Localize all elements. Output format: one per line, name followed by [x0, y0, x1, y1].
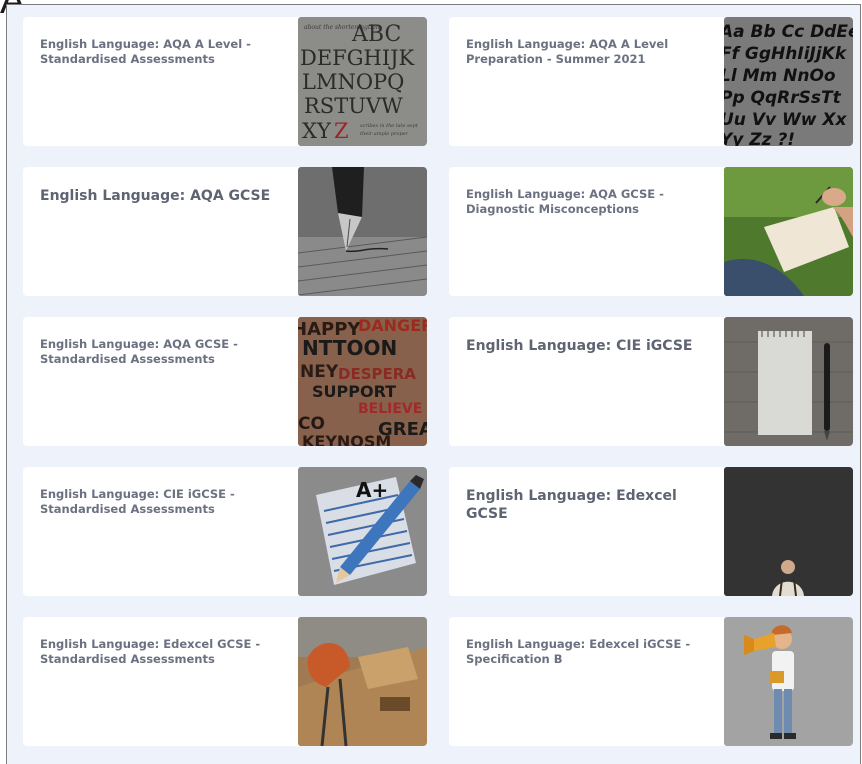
course-title: English Language: AQA GCSE [40, 188, 271, 204]
svg-text:A+: A+ [356, 478, 388, 502]
course-grid: English Language: AQA A Level - Standard… [6, 4, 861, 764]
desk-chair-image [298, 617, 427, 746]
course-title: English Language: Edexcel GCSE [466, 488, 677, 522]
course-title: English Language: Edexcel iGCSE - Specif… [466, 637, 691, 666]
course-card[interactable]: English Language: Edexcel iGCSE - Specif… [449, 617, 853, 746]
svg-text:DEFGHIJK: DEFGHIJK [300, 46, 415, 70]
course-card[interactable]: English Language: AQA GCSE [23, 167, 427, 296]
fountain-pen-image [298, 167, 427, 296]
course-title: English Language: CIE iGCSE - Standardis… [40, 487, 235, 516]
svg-text:DESPERA: DESPERA [338, 365, 416, 383]
svg-text:NEY: NEY [300, 362, 339, 382]
svg-text:CO: CO [298, 414, 325, 434]
megaphone-man-image [724, 617, 853, 746]
svg-text:Uu Vv Ww Xx: Uu Vv Ww Xx [724, 110, 847, 130]
course-title: English Language: CIE iGCSE [466, 338, 693, 354]
calligraphy-alphabet-image: about the shorteningtion ABC DEFGHIJK LM… [298, 17, 427, 146]
course-card[interactable]: English Language: CIE iGCSE - Standardis… [23, 467, 427, 596]
svg-text:RSTUVW: RSTUVW [304, 94, 403, 118]
notepad-pen-image [724, 317, 853, 446]
course-card[interactable]: English Language: Edexcel GCSE - Standar… [23, 617, 427, 746]
course-title: English Language: AQA A Level - Standard… [40, 37, 251, 66]
handwritten-alphabet-image: Aa Bb Cc DdEe Ff GgHhIiJjKk Ll Mm NnOo P… [724, 17, 853, 146]
course-card[interactable]: English Language: CIE iGCSE [449, 317, 853, 446]
svg-text:XY: XY [302, 119, 332, 143]
svg-text:ABC: ABC [351, 22, 401, 47]
svg-text:Pp QqRrSsTt: Pp QqRrSsTt [724, 88, 842, 108]
svg-text:Z: Z [334, 119, 349, 143]
svg-text:KEYNOSM: KEYNOSM [302, 432, 391, 446]
writing-on-grass-image [724, 167, 853, 296]
course-title: English Language: AQA GCSE - Standardise… [40, 337, 238, 366]
course-title: English Language: AQA A Level Preparatio… [466, 37, 669, 66]
svg-text:Ll Mm NnOo: Ll Mm NnOo [724, 66, 836, 86]
course-title: English Language: Edexcel GCSE - Standar… [40, 637, 261, 666]
svg-text:Yy Zz ?!: Yy Zz ?! [724, 130, 795, 146]
chalkboard-person-image [724, 467, 853, 596]
course-card[interactable]: English Language: AQA GCSE - Standardise… [23, 317, 427, 446]
a-plus-paper-image: A+ [298, 467, 427, 596]
svg-text:their ample proper: their ample proper [360, 131, 409, 137]
svg-text:Ff GgHhIiJjKk: Ff GgHhIiJjKk [724, 44, 848, 64]
graffiti-words-image: HAPPY DANGER NTTOON NEY DESPERA SUPPORT … [298, 317, 427, 446]
svg-text:scribes in the late sept: scribes in the late sept [360, 123, 419, 129]
svg-text:Aa Bb Cc DdEe: Aa Bb Cc DdEe [724, 22, 853, 42]
course-card[interactable]: English Language: Edexcel GCSE [449, 467, 853, 596]
svg-text:DANGER: DANGER [358, 317, 427, 335]
svg-text:BELIEVE: BELIEVE [358, 401, 422, 417]
svg-text:LMNOPQ: LMNOPQ [302, 70, 404, 94]
course-card[interactable]: English Language: AQA A Level - Standard… [23, 17, 427, 146]
svg-text:NTTOON: NTTOON [302, 336, 397, 360]
course-title: English Language: AQA GCSE - Diagnostic … [466, 187, 664, 216]
svg-text:SUPPORT: SUPPORT [312, 382, 396, 401]
course-card[interactable]: English Language: AQA GCSE - Diagnostic … [449, 167, 853, 296]
course-card[interactable]: English Language: AQA A Level Preparatio… [449, 17, 853, 146]
